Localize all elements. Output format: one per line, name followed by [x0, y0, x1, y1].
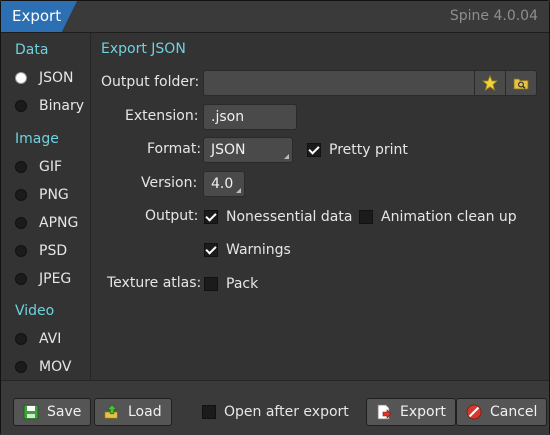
cancel-circle-icon: [466, 404, 482, 420]
sidebar-item-json[interactable]: JSON: [15, 68, 74, 88]
radio-button[interactable]: [15, 217, 27, 229]
dropdown-corner-icon: [236, 188, 241, 193]
export-document-icon: [377, 404, 392, 420]
section-heading-data: Data: [15, 42, 49, 58]
sidebar-item-label: AVI: [39, 331, 62, 347]
sidebar-item-avi[interactable]: AVI: [15, 329, 61, 349]
checkbox-box[interactable]: [204, 277, 218, 291]
checkbox-label: Pretty print: [329, 142, 408, 158]
dropdown-corner-icon: [284, 154, 289, 159]
warnings-checkbox[interactable]: Warnings: [204, 240, 291, 260]
sidebar-item-label: GIF: [39, 159, 63, 175]
extension-label: Extension:: [125, 108, 199, 124]
sidebar-item-mov[interactable]: MOV: [15, 357, 71, 377]
output-folder-input[interactable]: [203, 70, 475, 96]
radio-button[interactable]: [15, 100, 27, 112]
checkbox-label: Pack: [226, 276, 259, 292]
checkbox-label: Nonessential data: [226, 209, 353, 225]
sidebar-item-binary[interactable]: Binary: [15, 96, 84, 116]
extension-input[interactable]: .json: [203, 104, 297, 130]
radio-button[interactable]: [15, 245, 27, 257]
export-label: Export: [400, 404, 446, 420]
pack-checkbox[interactable]: Pack: [204, 274, 258, 294]
checkbox-label: Warnings: [226, 242, 291, 258]
folder-search-icon: [513, 78, 529, 90]
checkbox-box[interactable]: [202, 405, 216, 419]
radio-button[interactable]: [15, 361, 27, 373]
checkbox-box[interactable]: [204, 210, 218, 224]
star-icon: [482, 75, 498, 91]
radio-button[interactable]: [15, 161, 27, 173]
dialog-footer: Save Load Open after export Export Cance…: [1, 380, 549, 435]
format-dropdown[interactable]: JSON: [203, 137, 293, 163]
texture-atlas-label: Texture atlas:: [107, 275, 202, 291]
panel-title: Export JSON: [101, 41, 186, 57]
cancel-button[interactable]: Cancel: [456, 398, 548, 426]
dialog-title: Export: [12, 7, 62, 25]
sidebar-item-jpeg[interactable]: JPEG: [15, 269, 71, 289]
radio-button[interactable]: [15, 72, 27, 84]
checkbox-box[interactable]: [359, 210, 373, 224]
animation-cleanup-checkbox[interactable]: Animation clean up: [359, 207, 517, 227]
export-button[interactable]: Export: [366, 398, 456, 426]
export-json-panel: Export JSON Output folder: Extension: .j…: [91, 33, 549, 380]
export-type-sidebar: Data JSON Binary Image GIF PNG APNG PSD: [1, 33, 91, 380]
browse-folder-button[interactable]: [505, 70, 537, 96]
version-label: Version:: [141, 175, 198, 191]
output-label: Output:: [145, 208, 199, 224]
radio-button[interactable]: [15, 333, 27, 345]
format-value: JSON: [211, 142, 246, 158]
title-bar[interactable]: Export Spine 4.0.04: [1, 1, 549, 33]
version-dropdown[interactable]: 4.0: [203, 171, 245, 197]
sidebar-item-psd[interactable]: PSD: [15, 241, 67, 261]
nonessential-data-checkbox[interactable]: Nonessential data: [204, 207, 352, 227]
checkbox-label: Open after export: [224, 404, 349, 420]
load-button[interactable]: Load: [94, 398, 172, 426]
cancel-label: Cancel: [490, 404, 538, 420]
save-button[interactable]: Save: [13, 398, 92, 426]
radio-button[interactable]: [15, 273, 27, 285]
checkbox-label: Animation clean up: [381, 209, 517, 225]
section-heading-image: Image: [15, 131, 59, 147]
sidebar-item-png[interactable]: PNG: [15, 185, 69, 205]
sidebar-item-label: Binary: [39, 98, 84, 114]
sidebar-item-label: PNG: [39, 187, 69, 203]
sidebar-item-label: JPEG: [39, 271, 72, 287]
app-version: Spine 4.0.04: [449, 8, 538, 24]
sidebar-item-label: JSON: [39, 70, 74, 86]
sidebar-item-label: APNG: [39, 215, 79, 231]
sidebar-item-label: MOV: [39, 359, 72, 375]
radio-button[interactable]: [15, 189, 27, 201]
sidebar-item-label: PSD: [39, 243, 68, 259]
pretty-print-checkbox[interactable]: Pretty print: [307, 140, 408, 160]
export-dialog: Export Spine 4.0.04 Data JSON Binary Ima…: [0, 0, 550, 435]
checkbox-box[interactable]: [204, 243, 218, 257]
checkbox-box[interactable]: [307, 143, 321, 157]
section-heading-video: Video: [15, 303, 55, 319]
load-arrow-icon: [104, 404, 118, 419]
favorite-folder-button[interactable]: [474, 70, 506, 96]
version-value: 4.0: [211, 176, 234, 192]
sidebar-item-gif[interactable]: GIF: [15, 157, 62, 177]
format-label: Format:: [147, 141, 202, 157]
sidebar-item-apng[interactable]: APNG: [15, 213, 78, 233]
save-label: Save: [47, 404, 82, 420]
output-folder-label: Output folder:: [101, 74, 200, 90]
load-label: Load: [128, 404, 162, 420]
open-after-export-checkbox[interactable]: Open after export: [202, 402, 349, 422]
floppy-disk-icon: [23, 404, 39, 420]
